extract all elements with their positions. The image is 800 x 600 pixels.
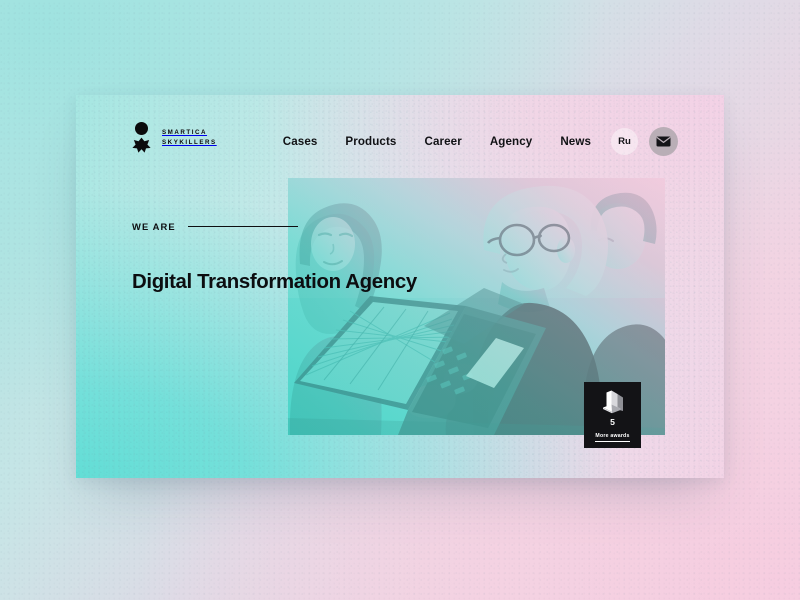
brand-logo[interactable]: SMARTICA SKYKILLERS [132,122,217,153]
nav-item-career[interactable]: Career [410,135,475,148]
main-navigation: Cases Products Career Agency News Ru [269,95,678,187]
contact-mail-button[interactable] [649,126,678,156]
hero-headline: Digital Transformation Agency [132,271,417,293]
hero-eyebrow-row: WE ARE [132,221,298,232]
brand-line-2: SKYKILLERS [162,138,217,146]
nav-item-news[interactable]: News [546,135,605,148]
brand-name: SMARTICA SKYKILLERS [162,128,217,147]
site-header: SMARTICA SKYKILLERS Cases Products Caree… [76,95,724,187]
circle-cross-logo-icon [132,122,153,153]
envelope-icon [656,136,671,146]
awards-badge[interactable]: 5 More awards [584,382,641,448]
hero-eyebrow: WE ARE [132,221,176,232]
awards-count: 5 [610,417,615,427]
awards-label: More awards [595,433,630,443]
nav-item-cases[interactable]: Cases [269,135,332,148]
hero-eyebrow-rule [187,225,298,228]
language-switcher-label: Ru [618,135,631,147]
screenshot-canvas: SMARTICA SKYKILLERS Cases Products Caree… [0,0,800,600]
nav-item-agency[interactable]: Agency [476,135,546,148]
language-switcher[interactable]: Ru [611,127,638,155]
nav-item-products[interactable]: Products [331,135,410,148]
award-trophy-icon [602,390,623,414]
brand-line-1: SMARTICA [162,128,208,136]
website-hero-card: SMARTICA SKYKILLERS Cases Products Caree… [76,95,724,478]
